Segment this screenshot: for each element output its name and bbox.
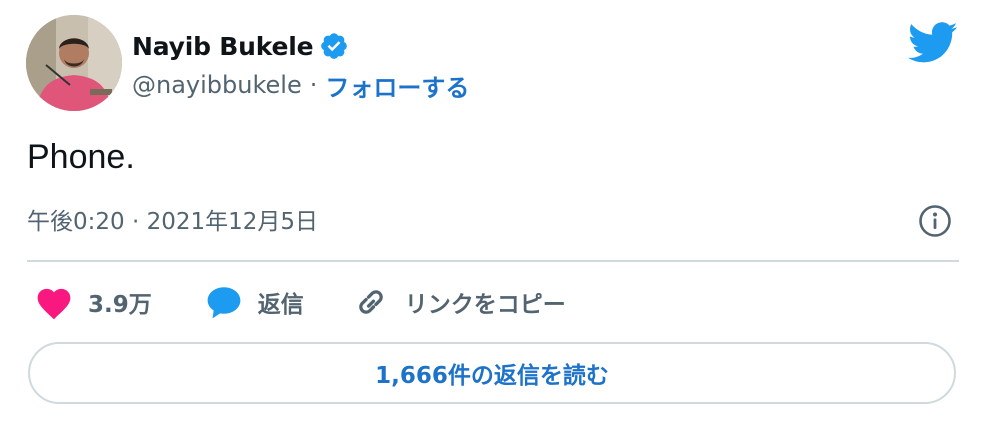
info-icon[interactable] <box>918 204 952 238</box>
tweet-embed: Nayib Bukele @nayibbukele · フォローする Phone… <box>0 0 986 425</box>
speech-bubble-icon <box>204 284 244 320</box>
link-icon <box>351 284 391 320</box>
avatar[interactable] <box>26 15 122 111</box>
author-display-name[interactable]: Nayib Bukele <box>132 32 314 61</box>
read-replies-button[interactable]: 1,666件の返信を読む <box>28 342 956 404</box>
like-button[interactable]: 3.9万 <box>34 284 152 320</box>
reply-button[interactable]: 返信 <box>204 284 304 320</box>
twitter-bird-icon[interactable] <box>907 22 958 64</box>
separator-dot: · <box>309 71 318 99</box>
heart-icon <box>34 284 74 320</box>
follow-link[interactable]: フォローする <box>325 68 469 103</box>
author-name-row: Nayib Bukele <box>132 26 349 66</box>
verified-badge-icon <box>319 31 349 61</box>
like-count: 3.9万 <box>88 292 152 318</box>
read-replies-label: 1,666件の返信を読む <box>375 363 609 389</box>
action-bar: 3.9万 返信 リンクをコピー <box>27 280 566 324</box>
copy-link-label: リンクをコピー <box>404 292 566 318</box>
author-handle-row: @nayibbukele · フォローする <box>132 68 469 102</box>
reply-label: 返信 <box>257 292 304 318</box>
avatar-photo <box>26 15 122 111</box>
tweet-text: Phone. <box>27 138 135 176</box>
copy-link-button[interactable]: リンクをコピー <box>351 284 566 320</box>
author-handle[interactable]: @nayibbukele <box>132 71 302 99</box>
divider <box>27 260 959 262</box>
tweet-timestamp[interactable]: 午後0:20 · 2021年12月5日 <box>27 202 318 236</box>
